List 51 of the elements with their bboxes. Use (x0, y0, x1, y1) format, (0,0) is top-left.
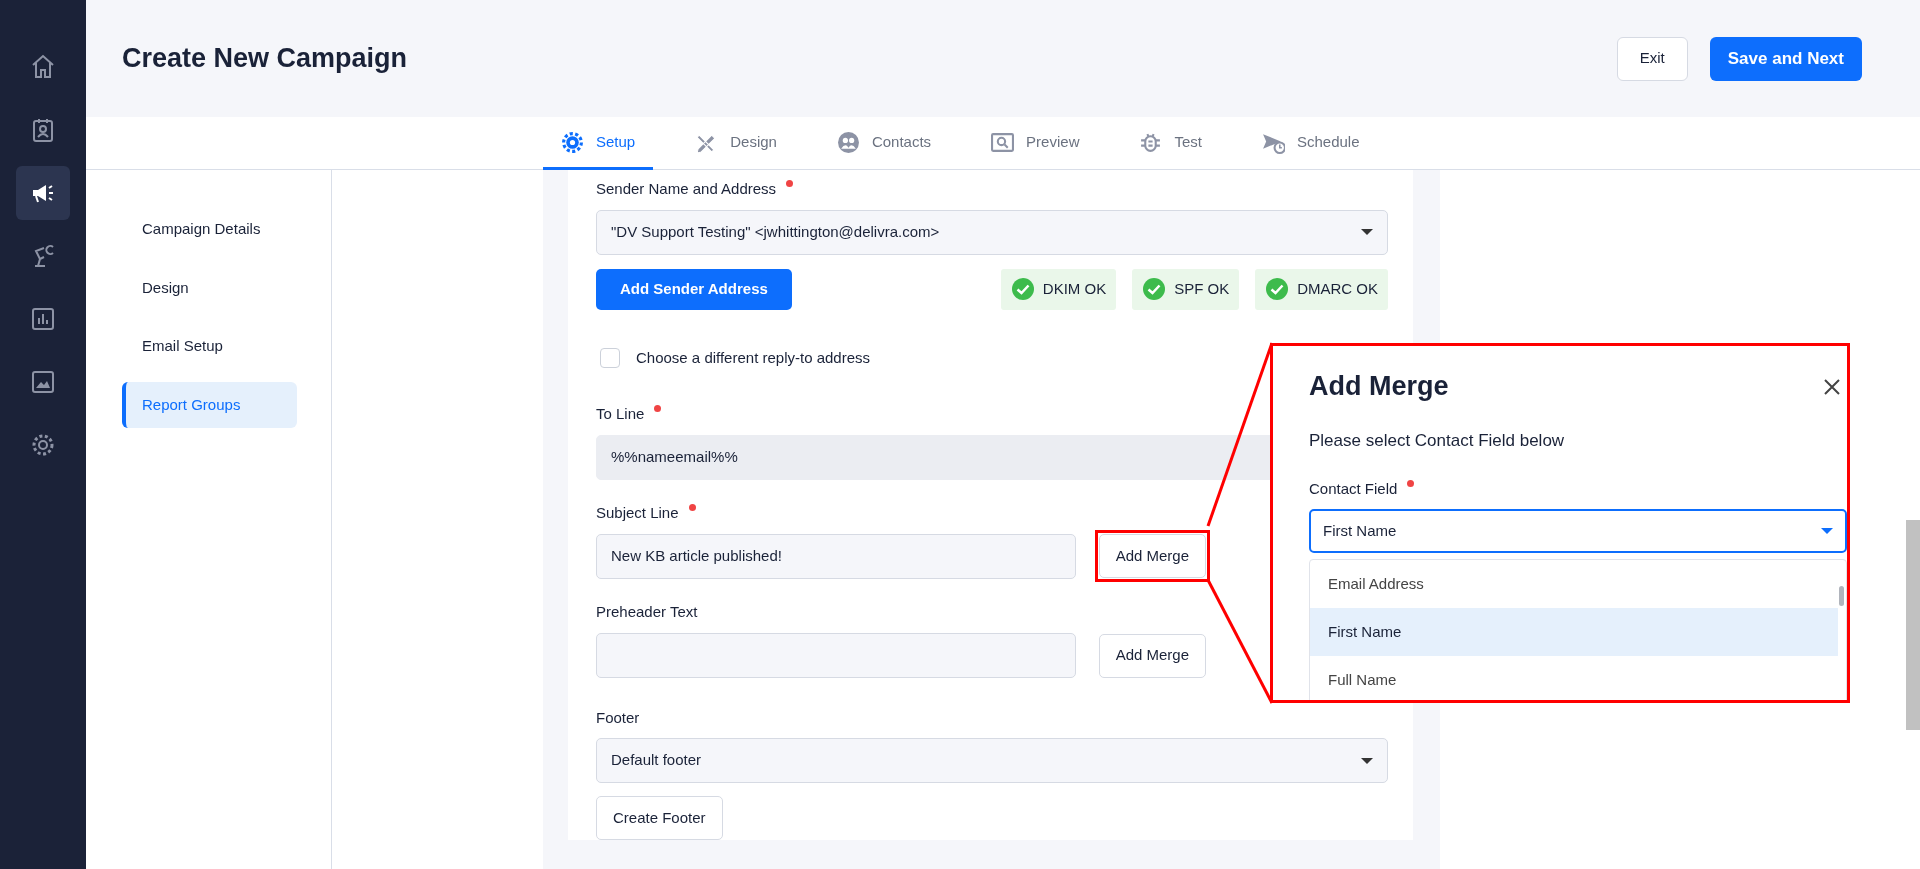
exit-button[interactable]: Exit (1616, 36, 1688, 81)
check-circle-icon (1010, 277, 1035, 301)
field-label: Subject Line (596, 502, 679, 523)
section-link[interactable]: Campaign Details (122, 206, 297, 253)
add-merge-button[interactable]: Add Merge (1098, 633, 1206, 678)
sender-select[interactable]: "DV Support Testing" <jwhittington@delivra.com> (596, 209, 1388, 255)
status-badge: DMARC OK (1255, 268, 1388, 310)
save-next-button[interactable]: Save and Next (1709, 36, 1862, 81)
section-link[interactable]: Report Groups (122, 381, 297, 428)
footer-select[interactable]: Default footer (596, 738, 1388, 783)
contact-field-select[interactable]: First Name (1309, 509, 1847, 554)
nav-item[interactable] (16, 166, 70, 220)
caret-icon (1361, 229, 1373, 235)
image-icon (29, 368, 57, 396)
scrollbar-thumb[interactable] (1839, 586, 1844, 607)
status-badge: SPF OK (1132, 268, 1240, 310)
tab[interactable]: Test (1121, 117, 1220, 170)
check-circle-icon (1265, 277, 1290, 301)
checkbox[interactable] (600, 347, 620, 368)
field-label: Sender Name and Address (596, 179, 777, 199)
dropdown-option[interactable]: Full Name (1310, 656, 1838, 700)
status-badge: DKIM OK (1000, 268, 1117, 310)
field-label: Contact Field (1309, 478, 1398, 499)
scrollbar-thumb[interactable] (1906, 520, 1920, 730)
dropdown-option[interactable]: First Name (1310, 608, 1838, 657)
bar-chart-icon (29, 305, 57, 333)
field-label: Footer (596, 707, 640, 728)
dropdown-option[interactable]: Email Address (1310, 560, 1838, 609)
field-label: Preheader Text (596, 602, 698, 622)
section-link[interactable]: Design (122, 264, 297, 311)
add-merge-button[interactable]: Add Merge (1098, 534, 1206, 578)
preheader-field[interactable] (596, 633, 1076, 678)
subject-field[interactable]: New KB article published! (596, 533, 1076, 579)
tab[interactable]: Contacts (818, 117, 950, 170)
checkbox-label: Choose a different reply-to address (636, 347, 871, 368)
tab[interactable]: Design (677, 117, 795, 170)
field-label: To Line (596, 404, 645, 424)
screen-magnifier-icon (991, 130, 1015, 154)
page-title: Create New Campaign (122, 42, 408, 75)
caret-icon (1821, 528, 1833, 535)
tab[interactable]: Schedule (1244, 117, 1378, 170)
close-icon (1823, 377, 1841, 396)
section-link[interactable]: Email Setup (122, 323, 297, 370)
tab[interactable]: Preview (973, 117, 1098, 170)
check-circle-icon (1142, 277, 1167, 301)
add-sender-button[interactable]: Add Sender Address (596, 268, 792, 310)
dialog-title: Add Merge (1309, 370, 1449, 403)
gear-icon (561, 130, 584, 154)
create-footer-button[interactable]: Create Footer (596, 796, 723, 840)
caret-icon (1361, 757, 1373, 764)
people-circle-icon (836, 130, 860, 154)
